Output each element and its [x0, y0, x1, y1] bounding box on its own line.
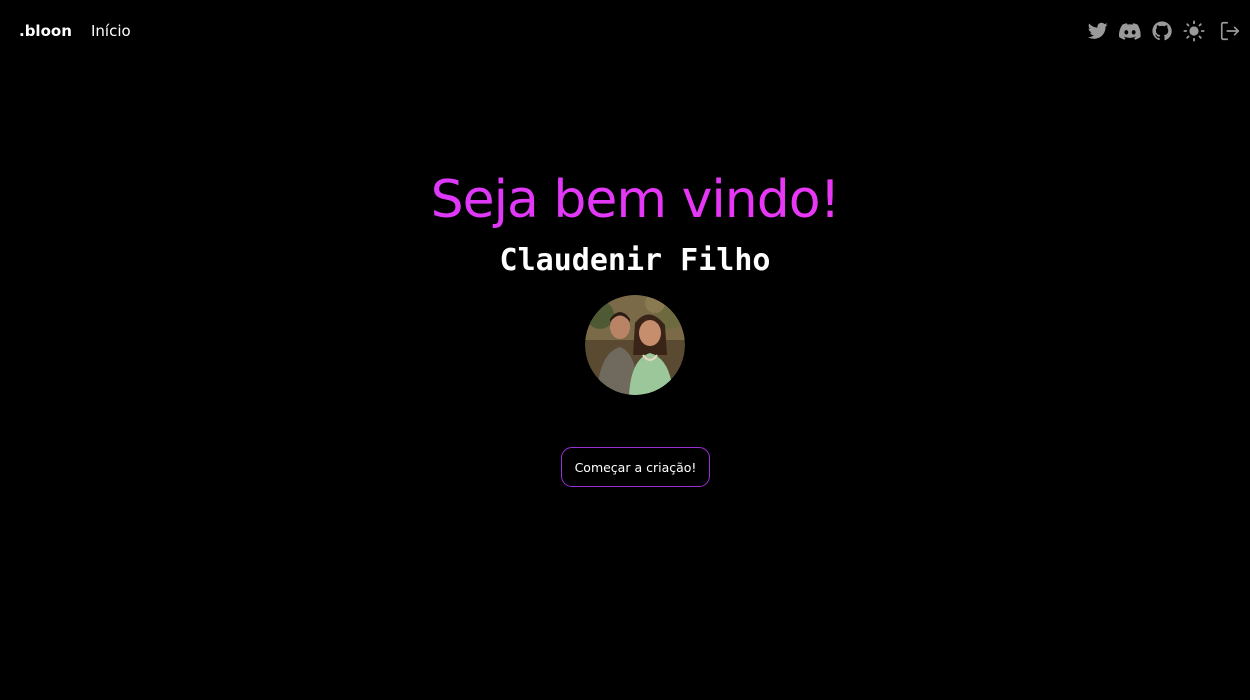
sun-icon[interactable] [1182, 19, 1206, 43]
header-icons [1078, 19, 1242, 43]
start-creation-button[interactable]: Começar a criação! [561, 447, 710, 487]
twitter-icon[interactable] [1086, 19, 1110, 43]
top-navbar: .bloon Início [0, 0, 1250, 64]
discord-icon[interactable] [1118, 19, 1142, 43]
logout-icon[interactable] [1218, 19, 1242, 43]
brand-logo[interactable]: .bloon [19, 22, 72, 40]
welcome-title: Seja bem vindo! [0, 170, 1250, 230]
nav-link-inicio[interactable]: Início [91, 22, 131, 40]
avatar [585, 295, 685, 395]
user-name: Claudenir Filho [499, 243, 771, 278]
github-icon[interactable] [1150, 19, 1174, 43]
